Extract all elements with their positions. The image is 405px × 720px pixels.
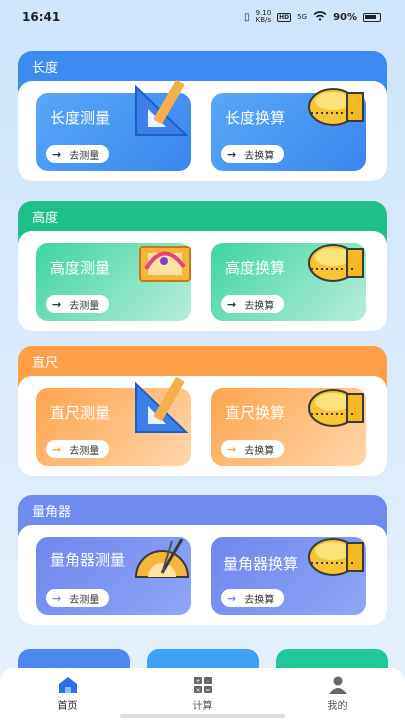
- section-body: 长度测量 → 去测量 长度换算 → 去换算: [18, 80, 387, 181]
- arrow-right-icon: →: [227, 147, 237, 161]
- ruler-measure-card[interactable]: 直尺测量 → 去测量: [36, 377, 191, 466]
- tape-measure-icon: [308, 389, 364, 427]
- section-body: 高度测量 → 去测量 高度换算 → 去换算: [18, 231, 387, 331]
- go-convert-button[interactable]: → 去换算: [221, 295, 285, 313]
- tab-home[interactable]: 首页: [28, 676, 108, 712]
- battery-icon: [363, 12, 381, 22]
- card-title: 量角器换算: [223, 555, 299, 573]
- triangle-ruler-icon: [135, 80, 189, 136]
- tape-measure-icon: [308, 244, 364, 282]
- length-convert-card[interactable]: 长度换算 → 去换算: [211, 88, 366, 171]
- status-time: 16:41: [22, 10, 61, 24]
- section-body: 直尺测量 → 去测量 直尺换算 → 去换算: [18, 376, 387, 476]
- go-measure-button[interactable]: → 去测量: [46, 440, 110, 458]
- section-title: 高度: [32, 211, 59, 226]
- card-title: 直尺测量: [50, 404, 111, 422]
- home-page: 长度 长度测量 → 去测量 长度换算 → 去换算 高度 高度测量 → 去测量 高…: [0, 34, 405, 720]
- section-title: 直尺: [32, 356, 59, 371]
- arrow-right-icon: →: [52, 297, 62, 311]
- card-title: 量角器测量: [50, 551, 126, 569]
- section-length: 长度 长度测量 → 去测量 长度换算 → 去换算: [18, 51, 387, 181]
- vibrate-icon: ▯: [244, 11, 250, 23]
- triangle-ruler-icon: [135, 377, 189, 433]
- arrow-right-icon: →: [227, 297, 237, 311]
- go-measure-button[interactable]: → 去测量: [46, 589, 110, 607]
- tab-mine[interactable]: 我的: [298, 676, 378, 712]
- tab-calculate[interactable]: + - × = 计算: [163, 676, 243, 712]
- arrow-right-icon: →: [52, 442, 62, 456]
- length-measure-card[interactable]: 长度测量 → 去测量: [36, 80, 191, 171]
- section-ruler: 直尺 直尺测量 → 去测量 直尺换算 → 去换算: [18, 346, 387, 476]
- card-title: 长度测量: [50, 109, 111, 127]
- protractor-icon: [134, 538, 190, 578]
- height-convert-card[interactable]: 高度换算 → 去换算: [211, 243, 366, 321]
- bottom-tab-bar: 首页 + - × = 计算 我的: [0, 668, 405, 720]
- section-title: 量角器: [32, 505, 72, 520]
- arrow-right-icon: →: [52, 147, 62, 161]
- section-title: 长度: [32, 61, 59, 76]
- ruler-convert-card[interactable]: 直尺换算 → 去换算: [211, 388, 366, 466]
- card-title: 长度换算: [225, 109, 286, 127]
- section-height: 高度 高度测量 → 去测量 高度换算 → 去换算: [18, 201, 387, 331]
- go-measure-button[interactable]: → 去测量: [46, 145, 110, 163]
- battery-percent: 90%: [333, 11, 357, 23]
- go-convert-button[interactable]: → 去换算: [221, 440, 285, 458]
- tape-measure-icon: [308, 88, 364, 126]
- wifi-icon: [313, 10, 327, 24]
- section-protractor: 量角器 量角器测量 → 去测量 量角器换算 → 去换算: [18, 495, 387, 625]
- status-bar: 16:41 ▯ 9.10 KB/s HD 5G 90%: [0, 0, 405, 34]
- svg-text:+: +: [195, 678, 200, 685]
- go-measure-button[interactable]: → 去测量: [46, 295, 110, 313]
- section-body: 量角器测量 → 去测量 量角器换算 → 去换算: [18, 525, 387, 625]
- net-speed: 9.10 KB/s: [255, 9, 272, 24]
- ruler-set-icon: [139, 246, 191, 282]
- hd-icon: HD: [277, 12, 292, 22]
- svg-text:=: =: [205, 687, 210, 694]
- status-icons: ▯ 9.10 KB/s HD 5G 90%: [244, 10, 381, 24]
- card-title: 高度换算: [225, 259, 286, 277]
- calculator-icon: + - × =: [193, 677, 212, 694]
- home-indicator: [120, 714, 285, 718]
- svg-text:-: -: [206, 678, 208, 685]
- arrow-right-icon: →: [227, 591, 237, 605]
- arrow-right-icon: →: [52, 591, 62, 605]
- go-convert-button[interactable]: → 去换算: [221, 145, 285, 163]
- card-title: 直尺换算: [225, 404, 286, 422]
- signal-icon: 5G: [297, 12, 308, 21]
- protractor-convert-card[interactable]: 量角器换算 → 去换算: [211, 537, 366, 615]
- svg-text:×: ×: [195, 687, 200, 694]
- user-icon: [328, 676, 347, 694]
- height-measure-card[interactable]: 高度测量 → 去测量: [36, 243, 191, 321]
- tape-measure-icon: [308, 538, 364, 576]
- protractor-measure-card[interactable]: 量角器测量 → 去测量: [36, 537, 191, 615]
- arrow-right-icon: →: [227, 442, 237, 456]
- home-icon: [58, 677, 77, 693]
- card-title: 高度测量: [50, 259, 111, 277]
- go-convert-button[interactable]: → 去换算: [221, 589, 285, 607]
